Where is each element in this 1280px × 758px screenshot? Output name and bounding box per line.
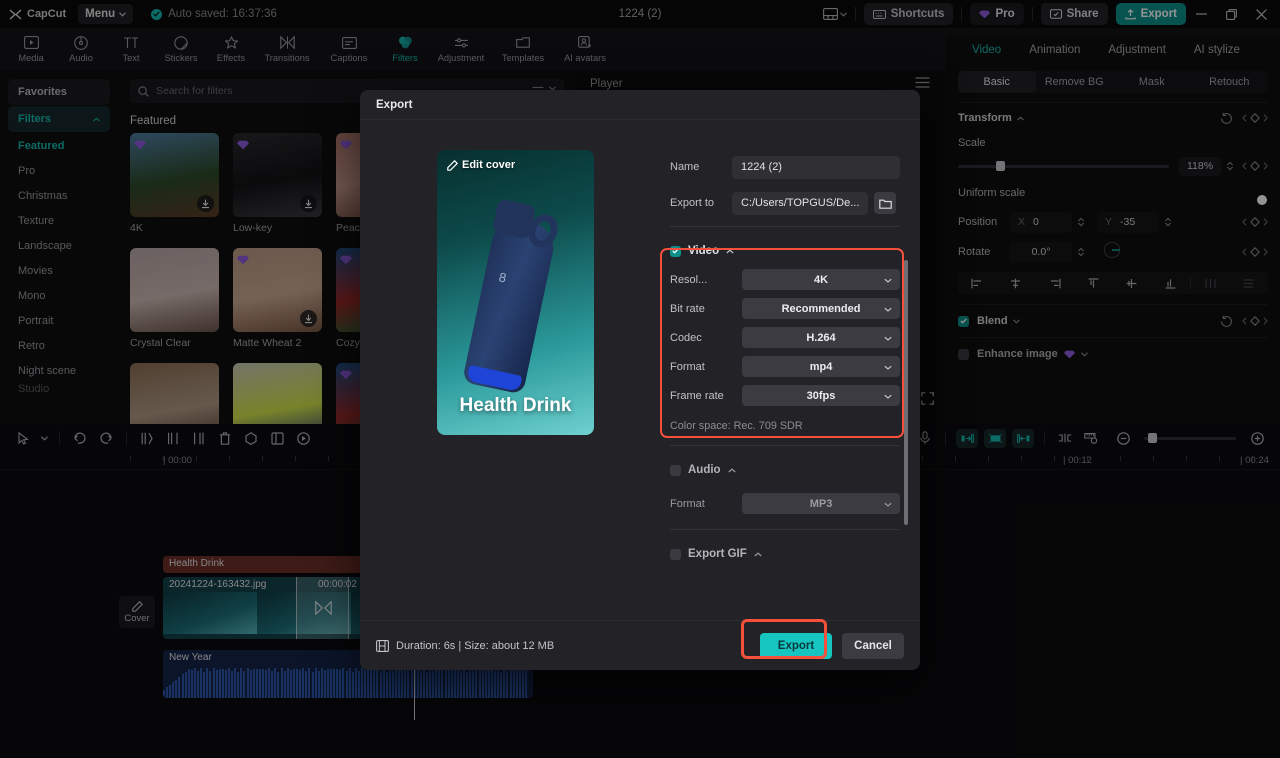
chevron-up-icon bbox=[754, 552, 762, 557]
export-confirm-button[interactable]: Export bbox=[760, 633, 832, 659]
video-field-label: Resol... bbox=[670, 274, 742, 286]
video-field-value: 4K bbox=[814, 274, 828, 286]
video-field-label: Codec bbox=[670, 332, 742, 344]
export-dialog-header: Export bbox=[360, 90, 920, 120]
audio-format-row: Format MP3 bbox=[670, 491, 900, 516]
audio-checkbox[interactable] bbox=[670, 465, 681, 476]
video-checkbox[interactable] bbox=[670, 246, 681, 257]
folder-icon[interactable] bbox=[874, 192, 896, 214]
cancel-button[interactable]: Cancel bbox=[842, 633, 904, 659]
video-field-select[interactable]: Recommended bbox=[742, 298, 900, 319]
video-field-label: Format bbox=[670, 361, 742, 373]
video-field-value: H.264 bbox=[806, 332, 835, 344]
chevron-up-icon bbox=[728, 468, 736, 473]
capcut-window: CapCut Menu Auto saved: 16:37:36 1224 (2… bbox=[0, 0, 1280, 758]
export-to-input[interactable]: C:/Users/TOPGUS/De... bbox=[732, 192, 868, 215]
chevron-down-icon bbox=[884, 274, 892, 286]
video-section: Video Resol... 4K Bit rate Recommended Codec… bbox=[670, 239, 900, 446]
color-space-info: Color space: Rec. 709 SDR bbox=[670, 420, 900, 432]
video-field-row: Format mp4 bbox=[670, 354, 900, 379]
gif-section-label: Export GIF bbox=[688, 548, 747, 560]
video-fields: Resol... 4K Bit rate Recommended Codec H.264 F… bbox=[670, 267, 900, 408]
video-field-select[interactable]: 30fps bbox=[742, 385, 900, 406]
chevron-down-icon bbox=[884, 390, 892, 402]
edit-icon bbox=[447, 160, 458, 171]
video-field-label: Bit rate bbox=[670, 303, 742, 315]
export-form: Name 1224 (2) Export to C:/Users/TOPGUS/… bbox=[670, 154, 900, 566]
video-field-value: Recommended bbox=[782, 303, 861, 315]
export-dialog-footer: Duration: 6s | Size: about 12 MB Export … bbox=[360, 620, 920, 670]
export-dialog-body: 8 Edit cover Health Drink Name 1224 (2) … bbox=[360, 120, 920, 640]
video-field-label: Frame rate bbox=[670, 390, 742, 402]
audio-section: Audio Format MP3 bbox=[670, 458, 900, 530]
video-field-row: Resol... 4K bbox=[670, 267, 900, 292]
export-to-label: Export to bbox=[670, 197, 732, 209]
export-dialog: Export 8 Edit cover Health Drink Name 12… bbox=[360, 90, 920, 670]
gif-section-header: Export GIF bbox=[670, 542, 900, 566]
video-field-value: 30fps bbox=[807, 390, 836, 402]
audio-section-header: Audio bbox=[670, 458, 900, 482]
video-section-header: Video bbox=[670, 239, 900, 263]
audio-format-value: MP3 bbox=[810, 498, 833, 510]
video-field-row: Frame rate 30fps bbox=[670, 383, 900, 408]
cover-preview[interactable]: 8 Edit cover Health Drink bbox=[437, 150, 594, 435]
dialog-actions: Export Cancel bbox=[760, 633, 904, 659]
audio-format-label: Format bbox=[670, 498, 742, 510]
edit-cover-button[interactable]: Edit cover bbox=[447, 159, 515, 171]
video-field-select[interactable]: H.264 bbox=[742, 327, 900, 348]
name-label: Name bbox=[670, 161, 732, 173]
video-section-label: Video bbox=[688, 245, 719, 257]
chevron-down-icon bbox=[884, 303, 892, 315]
export-dialog-title: Export bbox=[376, 99, 412, 111]
video-field-row: Codec H.264 bbox=[670, 325, 900, 350]
chevron-up-icon bbox=[726, 249, 734, 254]
edit-cover-label: Edit cover bbox=[462, 159, 515, 171]
name-input[interactable]: 1224 (2) bbox=[732, 156, 900, 179]
video-field-select[interactable]: mp4 bbox=[742, 356, 900, 377]
audio-format-select[interactable]: MP3 bbox=[742, 493, 900, 514]
duration-text: Duration: 6s | Size: about 12 MB bbox=[396, 640, 554, 652]
gif-checkbox[interactable] bbox=[670, 549, 681, 560]
divider bbox=[670, 226, 900, 227]
chevron-down-icon bbox=[884, 498, 892, 510]
export-to-row: Export to C:/Users/TOPGUS/De... bbox=[670, 190, 900, 216]
name-row: Name 1224 (2) bbox=[670, 154, 900, 180]
film-icon bbox=[376, 640, 389, 652]
duration-info: Duration: 6s | Size: about 12 MB bbox=[376, 640, 554, 652]
modal-scrollbar[interactable] bbox=[904, 260, 908, 525]
divider bbox=[670, 445, 900, 446]
video-field-value: mp4 bbox=[810, 361, 833, 373]
cover-overlay-title: Health Drink bbox=[437, 395, 594, 417]
gif-section: Export GIF bbox=[670, 542, 900, 566]
divider bbox=[670, 529, 900, 530]
video-field-select[interactable]: 4K bbox=[742, 269, 900, 290]
audio-section-label: Audio bbox=[688, 464, 721, 476]
chevron-down-icon bbox=[884, 361, 892, 373]
video-field-row: Bit rate Recommended bbox=[670, 296, 900, 321]
chevron-down-icon bbox=[884, 332, 892, 344]
